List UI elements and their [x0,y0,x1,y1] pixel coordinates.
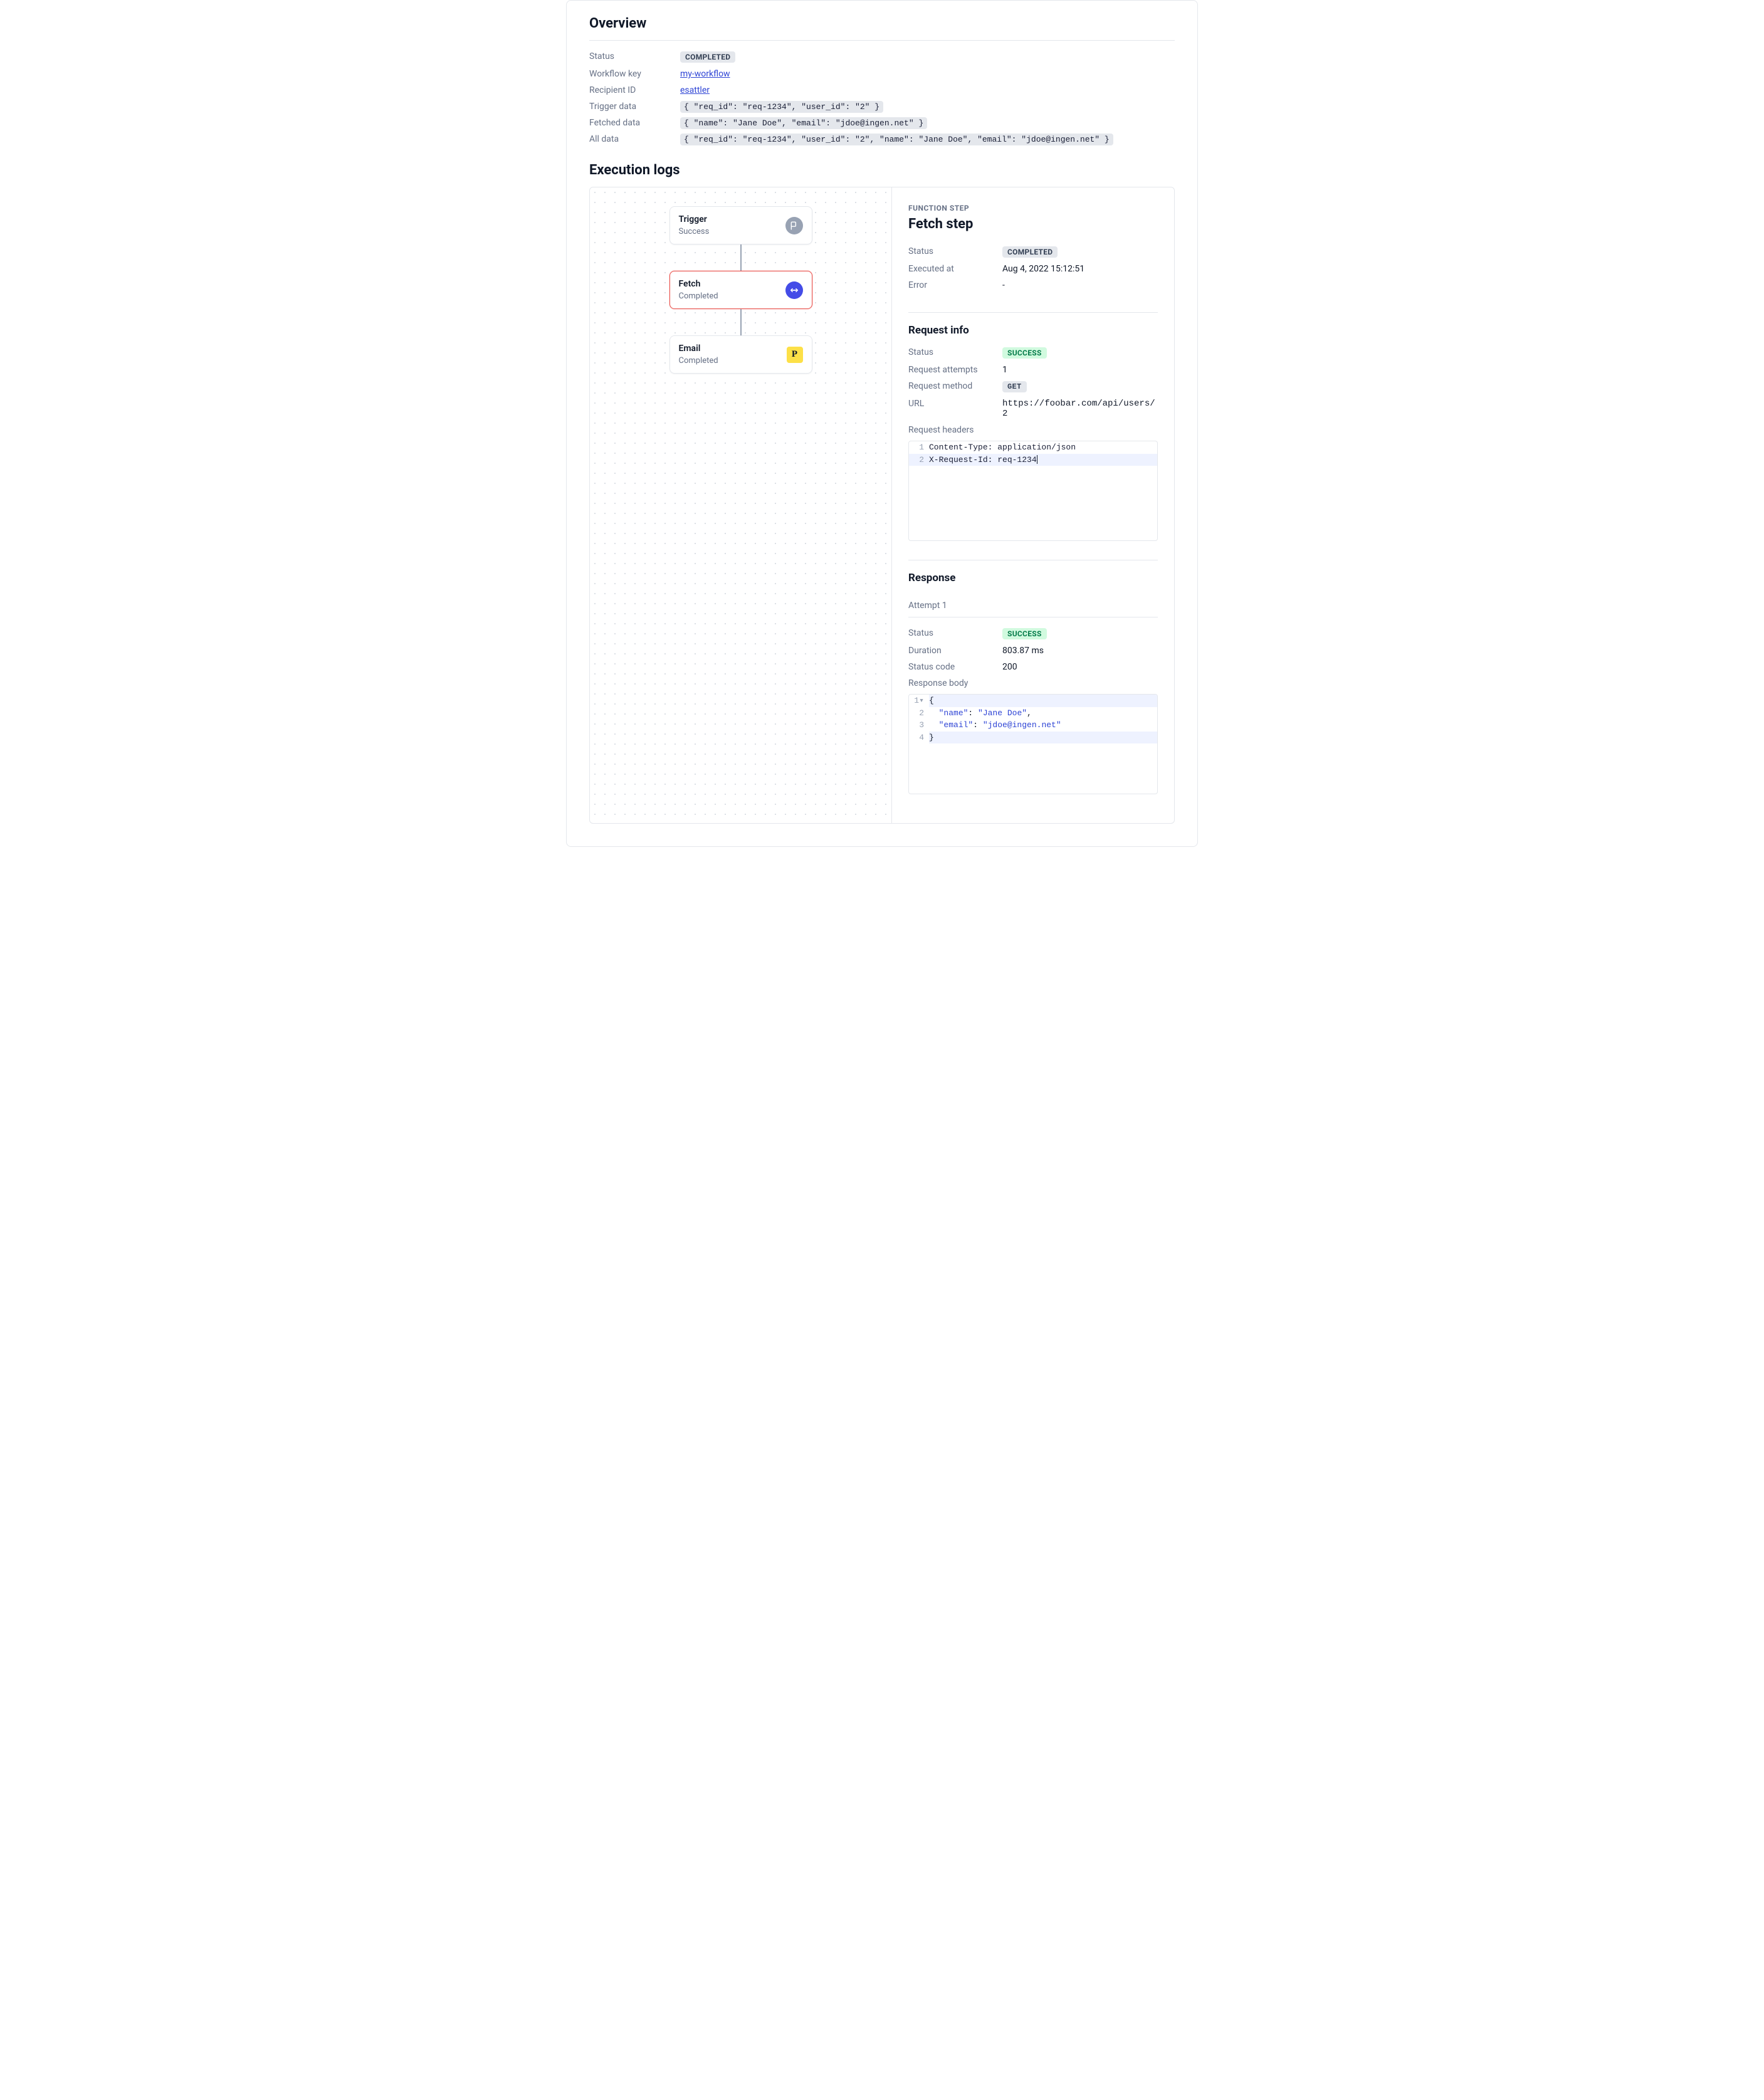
status-label: Status [589,51,680,61]
req-url-label: URL [908,399,1002,409]
gutter-line: 2 [909,707,929,720]
detail-status-badge: COMPLETED [1002,246,1058,258]
response-body-editor[interactable]: 1▾{ 2 "name": "Jane Doe", 3 "email": "jd… [908,694,1158,794]
code-line: X-Request-Id: req-1234 [929,454,1157,466]
trigger-data-value: { "req_id": "req-1234", "user_id": "2" } [680,101,883,113]
req-attempts-value: 1 [1002,365,1158,375]
req-headers-label: Request headers [908,425,1002,435]
gutter-line: 4 [909,732,929,744]
node-fetch-sub: Completed [679,291,718,301]
page: Overview Status COMPLETED Workflow key m… [566,0,1198,847]
swap-icon [785,281,803,299]
connector [740,244,742,271]
overview-title: Overview [589,1,1175,41]
req-status-badge: SUCCESS [1002,347,1047,359]
node-email-title: Email [679,344,718,354]
executed-at-value: Aug 4, 2022 15:12:51 [1002,264,1158,274]
attempt-label: Attempt 1 [908,592,1158,617]
node-trigger-sub: Success [679,227,710,236]
all-data-value: { "req_id": "req-1234", "user_id": "2", … [680,134,1113,145]
postmark-icon: P [787,347,803,363]
connector [740,309,742,335]
code-line: Content-Type: application/json [929,441,1157,454]
node-fetch[interactable]: Fetch Completed [669,271,812,309]
workflow-canvas[interactable]: Trigger Success Fetch Completed [590,187,892,823]
code-line: { [929,695,1157,707]
error-value: - [1002,280,1158,290]
detail-status-label: Status [908,246,1002,256]
node-trigger-title: Trigger [679,214,710,224]
recipient-id-label: Recipient ID [589,85,680,95]
workflow-key-label: Workflow key [589,69,680,79]
req-url-value: https://foobar.com/api/users/2 [1002,399,1158,419]
resp-duration-value: 803.87 ms [1002,646,1158,656]
resp-body-label: Response body [908,678,1002,688]
req-status-label: Status [908,347,1002,357]
node-trigger[interactable]: Trigger Success [669,206,812,244]
resp-status-label: Status [908,628,1002,638]
detail-panel: FUNCTION STEP Fetch step Status COMPLETE… [892,187,1174,823]
resp-code-value: 200 [1002,662,1158,672]
workflow-key-link[interactable]: my-workflow [680,69,730,79]
request-headers-editor[interactable]: 1Content-Type: application/json 2X-Reque… [908,441,1158,541]
code-line: } [929,732,1157,744]
overview-table: Status COMPLETED Workflow key my-workflo… [589,41,1175,147]
all-data-label: All data [589,134,680,144]
resp-duration-label: Duration [908,646,1002,656]
status-badge: COMPLETED [680,51,735,63]
flag-icon [785,217,803,234]
execution-layout: Trigger Success Fetch Completed [589,187,1175,824]
req-method-badge: GET [1002,381,1027,392]
recipient-id-link[interactable]: esattler [680,85,710,95]
response-title: Response [908,572,1158,584]
error-label: Error [908,280,1002,290]
fetched-data-label: Fetched data [589,118,680,128]
request-info-title: Request info [908,324,1158,337]
node-email[interactable]: Email Completed P [669,335,812,374]
req-attempts-label: Request attempts [908,365,1002,375]
resp-code-label: Status code [908,662,1002,672]
code-line: "name": "Jane Doe", [929,707,1157,720]
detail-eyebrow: FUNCTION STEP [908,204,1158,213]
node-email-sub: Completed [679,356,718,365]
resp-status-badge: SUCCESS [1002,628,1047,639]
fetched-data-value: { "name": "Jane Doe", "email": "jdoe@ing… [680,117,927,129]
req-method-label: Request method [908,381,1002,391]
gutter-line: 1▾ [909,695,929,707]
gutter-line: 2 [909,454,929,466]
divider [908,312,1158,313]
code-line: "email": "jdoe@ingen.net" [929,719,1157,732]
executed-at-label: Executed at [908,264,1002,274]
gutter-line: 1 [909,441,929,454]
gutter-line: 3 [909,719,929,732]
trigger-data-label: Trigger data [589,102,680,112]
detail-title: Fetch step [908,216,1158,232]
execution-logs-title: Execution logs [589,147,1175,178]
node-fetch-title: Fetch [679,279,718,289]
